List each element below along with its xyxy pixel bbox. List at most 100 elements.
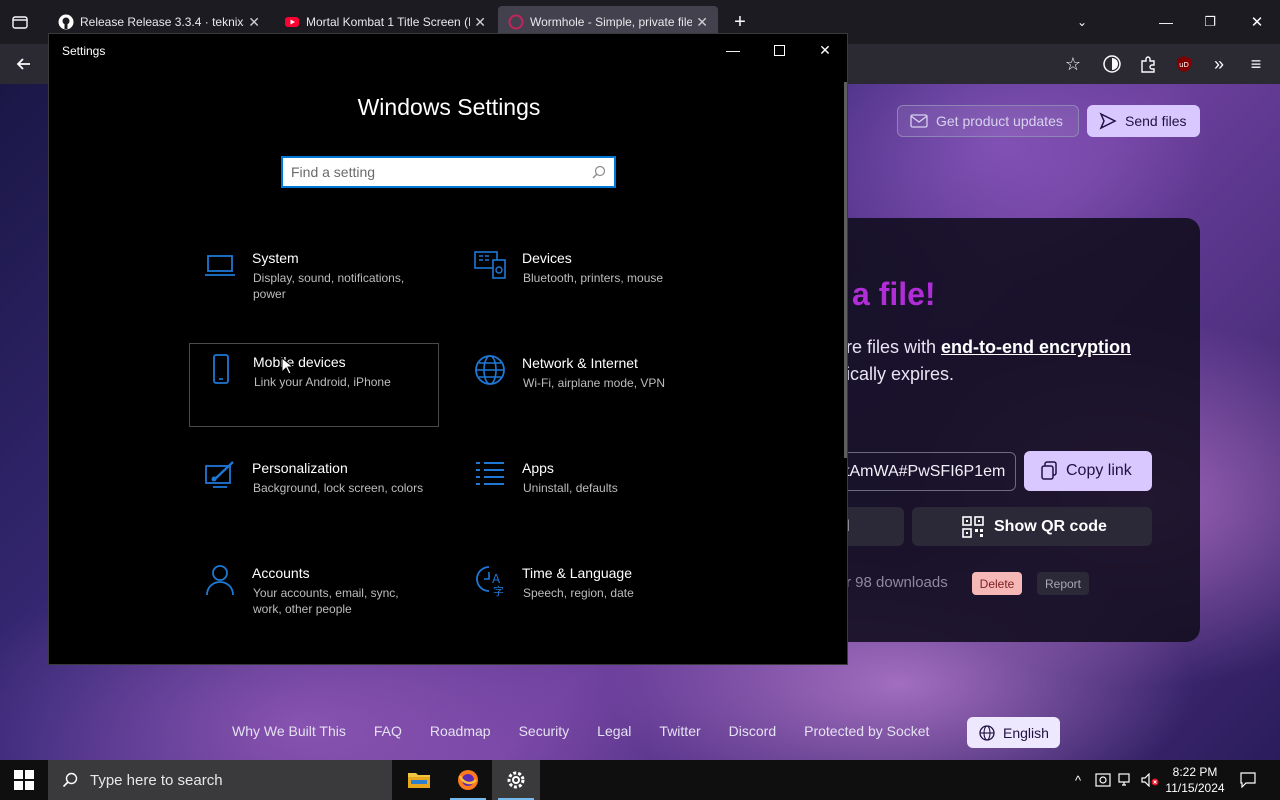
browser-minimize-button[interactable]: — — [1156, 12, 1176, 32]
language-label: English — [1003, 724, 1049, 741]
window-title: Settings — [62, 44, 106, 58]
tile-subtitle: Display, sound, notifications, power — [253, 271, 405, 301]
tile-devices[interactable]: Devices Bluetooth, printers, mouse — [459, 240, 709, 324]
clock-date: 11/15/2024 — [1165, 781, 1225, 795]
report-button[interactable]: Report — [1037, 572, 1089, 595]
encryption-link[interactable]: end-to-end encryption — [941, 337, 1131, 357]
footer-link-security[interactable]: Security — [519, 723, 570, 739]
globe-icon — [475, 355, 505, 385]
taskbar: Type here to search ^ 8:22 PM 11/15/2024 — [0, 760, 1280, 800]
get-product-updates-button[interactable]: Get product updates — [897, 105, 1079, 137]
svg-text:A: A — [492, 572, 501, 586]
file-explorer-button[interactable] — [395, 760, 443, 800]
settings-taskbar-button[interactable] — [492, 760, 540, 800]
laptop-icon — [205, 255, 235, 276]
tile-subtitle: Uninstall, defaults — [523, 481, 618, 495]
taskbar-search-placeholder: Type here to search — [90, 771, 223, 789]
clock-time: 8:22 PM — [1172, 765, 1218, 779]
menu-hamburger-icon[interactable]: ≡ — [1246, 54, 1266, 74]
footer-link-faq[interactable]: FAQ — [374, 723, 402, 739]
new-tab-button[interactable]: + — [730, 11, 750, 33]
tile-title: Accounts — [252, 565, 310, 581]
system-clock[interactable]: 8:22 PM 11/15/2024 — [1162, 764, 1228, 796]
minimize-button[interactable]: — — [721, 40, 745, 60]
share-link-field[interactable]: tAmWA#PwSFI6P1em — [836, 452, 1016, 491]
card-headline: a file! — [852, 276, 936, 312]
firefox-taskbar-button[interactable] — [444, 760, 492, 800]
firefox-icon — [458, 770, 478, 790]
tile-title: System — [252, 250, 299, 266]
tile-title: Network & Internet — [522, 355, 638, 371]
firefox-account-icon[interactable] — [1102, 54, 1122, 74]
copy-link-label: Copy link — [1066, 462, 1132, 479]
tile-network-internet[interactable]: Network & Internet Wi-Fi, airplane mode,… — [459, 345, 709, 429]
gear-icon — [507, 771, 525, 789]
folder-icon — [408, 773, 430, 788]
send-files-button[interactable]: Send files — [1087, 105, 1200, 137]
browser-restore-button[interactable]: ❐ — [1200, 12, 1220, 32]
tile-mobile-devices[interactable]: Mobile devices Link your Android, iPhone — [189, 343, 439, 427]
scrollbar[interactable] — [844, 82, 847, 458]
page-title: Windows Settings — [357, 94, 541, 120]
browser-close-button[interactable]: ✕ — [1247, 12, 1267, 32]
footer-link-socket[interactable]: Protected by Socket — [804, 723, 929, 739]
download-button[interactable]: l — [840, 507, 904, 546]
close-tab-icon[interactable]: ✕ — [248, 14, 260, 31]
tile-title: Mobile devices — [253, 354, 346, 370]
tile-title: Time & Language — [522, 565, 632, 581]
close-tab-icon[interactable]: ✕ — [696, 14, 708, 31]
close-button[interactable]: ✕ — [813, 40, 837, 60]
tab-title: Release Release 3.3.4 · teknixstu — [80, 15, 245, 29]
taskbar-search-box[interactable]: Type here to search — [48, 760, 392, 800]
desc-prefix: re files with — [846, 337, 942, 357]
more-tools-chevron-icon[interactable]: » — [1209, 54, 1229, 74]
svg-text:字: 字 — [493, 584, 504, 597]
footer-link-roadmap[interactable]: Roadmap — [430, 723, 491, 739]
show-hidden-icons-chevron-icon[interactable]: ^ — [1068, 760, 1088, 800]
tile-subtitle: Link your Android, iPhone — [254, 375, 391, 389]
apps-icon — [476, 462, 504, 485]
back-arrow-icon[interactable] — [14, 54, 34, 74]
globe-icon — [979, 724, 995, 741]
windows-start-icon[interactable] — [14, 770, 34, 790]
meet-now-icon[interactable] — [1093, 760, 1113, 800]
qr-code-icon — [962, 515, 984, 538]
language-button[interactable]: English — [967, 717, 1060, 748]
send-icon — [1099, 112, 1117, 130]
mouse-cursor-icon — [281, 357, 293, 375]
tab-overflow-chevron-icon[interactable]: ⌄ — [1072, 12, 1092, 32]
network-icon[interactable] — [1116, 760, 1136, 800]
footer-link-discord[interactable]: Discord — [729, 723, 776, 739]
tile-title: Apps — [522, 460, 554, 476]
tile-apps[interactable]: Apps Uninstall, defaults — [459, 450, 709, 534]
footer-links: Why We Built This FAQ Roadmap Security L… — [232, 723, 929, 739]
tile-system[interactable]: System Display, sound, notifications, po… — [189, 240, 439, 324]
tab-title: Wormhole - Simple, private file — [530, 15, 693, 29]
tile-accounts[interactable]: Accounts Your accounts, email, sync, wor… — [189, 555, 439, 639]
wormhole-icon — [508, 14, 524, 30]
tile-subtitle: Your accounts, email, sync, work, other … — [253, 586, 399, 616]
tile-personalization[interactable]: Personalization Background, lock screen,… — [189, 450, 439, 534]
footer-link-legal[interactable]: Legal — [597, 723, 631, 739]
tile-time-language[interactable]: A字 Time & Language Speech, region, date — [459, 555, 709, 639]
github-icon — [58, 14, 74, 30]
copy-link-button[interactable]: Copy link — [1024, 451, 1152, 491]
tile-title: Personalization — [252, 460, 348, 476]
mail-icon — [910, 114, 928, 128]
footer-link-twitter[interactable]: Twitter — [659, 723, 700, 739]
notifications-icon[interactable] — [1236, 760, 1260, 800]
show-qr-code-button[interactable]: Show QR code — [912, 507, 1152, 546]
tab-list-icon[interactable] — [10, 12, 30, 32]
phone-icon — [213, 354, 229, 384]
delete-button[interactable]: Delete — [972, 572, 1022, 595]
volume-muted-icon[interactable] — [1140, 760, 1160, 800]
desc-line2: ically expires. — [846, 364, 955, 384]
close-tab-icon[interactable]: ✕ — [474, 14, 486, 31]
maximize-button[interactable] — [767, 40, 791, 60]
footer-link-why[interactable]: Why We Built This — [232, 723, 346, 739]
extensions-puzzle-icon[interactable] — [1138, 54, 1158, 74]
ublock-origin-icon[interactable]: uD — [1174, 54, 1194, 74]
search-icon — [62, 772, 78, 788]
bookmark-star-icon[interactable]: ☆ — [1063, 54, 1083, 74]
find-setting-input[interactable]: Find a setting — [281, 156, 616, 188]
